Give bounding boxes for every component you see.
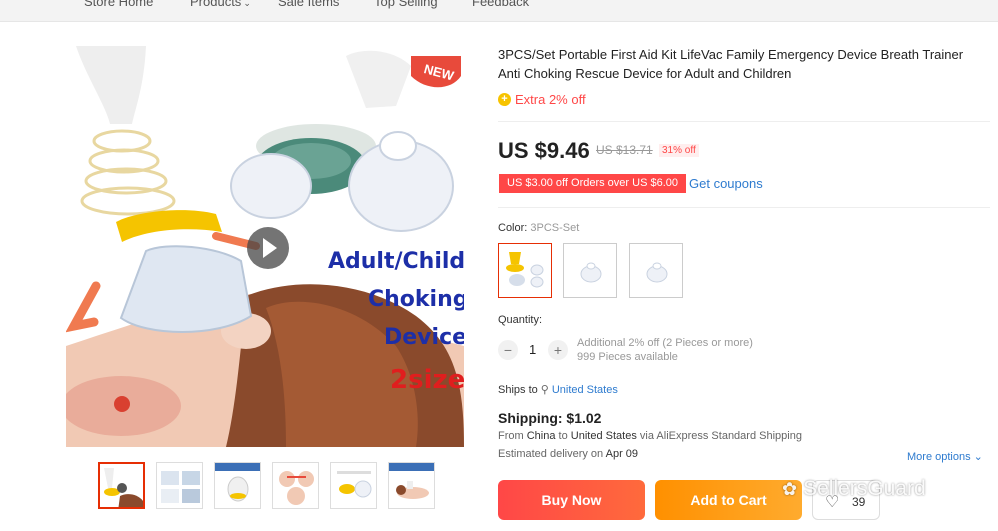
- nav-top-selling[interactable]: Top Selling: [374, 0, 438, 9]
- image-text-adult-child: Adult/Child: [328, 249, 464, 274]
- color-label-text: Color:: [498, 222, 528, 234]
- color-label: Color: 3PCS-Set: [498, 222, 579, 234]
- stock-available-note: 999 Pieces available: [577, 351, 678, 363]
- nav-products-label: Products: [190, 0, 242, 9]
- ships-to: Ships to ⚲ United States: [498, 383, 618, 396]
- quantity-note: Additional 2% off (2 Pieces or more) 999…: [577, 336, 753, 364]
- store-nav-bar: Store Home Products ⌄ Sale Items Top Sell…: [0, 0, 998, 22]
- route-destination: United States: [570, 430, 637, 442]
- delivery-label: Estimated delivery on: [498, 448, 604, 460]
- image-text-choking: Choking: [368, 287, 464, 312]
- color-swatch-2[interactable]: [563, 243, 617, 298]
- more-options-link[interactable]: More options ⌄: [907, 450, 983, 463]
- thumbnail-4[interactable]: [272, 462, 319, 509]
- color-selected-value: 3PCS-Set: [530, 222, 580, 234]
- quantity-increase-button[interactable]: +: [548, 340, 568, 360]
- shipping-cost: Shipping: $1.02: [498, 410, 602, 426]
- image-text-device: Device: [384, 325, 464, 350]
- route-from: From: [498, 430, 524, 442]
- route-via: via AliExpress Standard Shipping: [639, 430, 802, 442]
- image-text-2size: 2size: [390, 365, 464, 395]
- quantity-value[interactable]: 1: [529, 342, 536, 357]
- ships-to-country[interactable]: United States: [552, 384, 618, 396]
- discount-badge: 31% off: [659, 144, 699, 157]
- watermark: ✿ SellersGuard: [782, 477, 926, 501]
- thumbnail-5[interactable]: [330, 462, 377, 509]
- extra-discount-badge[interactable]: + Extra 2% off: [498, 92, 586, 107]
- shipping-route: From China to United States via AliExpre…: [498, 430, 802, 442]
- chevron-down-icon: ⌄: [243, 0, 251, 8]
- plus-icon: +: [498, 93, 511, 106]
- add-to-cart-button[interactable]: Add to Cart: [655, 480, 802, 520]
- product-title: 3PCS/Set Portable First Aid Kit LifeVac …: [498, 47, 964, 81]
- quantity-decrease-button[interactable]: −: [498, 340, 518, 360]
- chevron-down-icon: ⌄: [973, 451, 983, 463]
- nav-feedback[interactable]: Feedback: [472, 0, 529, 9]
- watermark-text: SellersGuard: [803, 477, 926, 500]
- estimated-delivery: Estimated delivery on Apr 09: [498, 448, 638, 460]
- main-product-image[interactable]: NEW Adult/Child Choking Device 2size: [66, 46, 464, 447]
- route-to: to: [558, 430, 568, 442]
- original-price: US $13.71: [596, 143, 653, 157]
- current-price: US $9.46: [498, 138, 590, 163]
- nav-store-home[interactable]: Store Home: [84, 0, 153, 9]
- play-video-icon[interactable]: [247, 227, 289, 269]
- nav-products[interactable]: Products ⌄: [190, 0, 251, 9]
- coupon-badge[interactable]: US $3.00 off Orders over US $6.00: [499, 174, 686, 193]
- bulk-discount-note: Additional 2% off (2 Pieces or more): [577, 337, 753, 349]
- quantity-label: Quantity:: [498, 314, 543, 326]
- divider: [498, 121, 990, 122]
- buy-now-button[interactable]: Buy Now: [498, 480, 645, 520]
- color-swatch-1[interactable]: [498, 243, 552, 298]
- location-pin-icon: ⚲: [540, 384, 549, 396]
- route-origin: China: [526, 430, 556, 442]
- thumbnail-1[interactable]: [98, 462, 145, 509]
- color-swatch-3[interactable]: [629, 243, 683, 298]
- delivery-date: Apr 09: [605, 448, 639, 460]
- extra-discount-label: Extra 2% off: [515, 92, 586, 107]
- divider: [498, 207, 990, 208]
- more-options-label: More options: [907, 451, 971, 463]
- nav-sale-items[interactable]: Sale Items: [278, 0, 339, 9]
- wechat-icon: ✿: [782, 478, 798, 499]
- ships-to-label: Ships to: [498, 384, 538, 396]
- thumbnail-2[interactable]: [156, 462, 203, 509]
- thumbnail-3[interactable]: [214, 462, 261, 509]
- thumbnail-6[interactable]: [388, 462, 435, 509]
- get-coupons-link[interactable]: Get coupons: [689, 176, 763, 191]
